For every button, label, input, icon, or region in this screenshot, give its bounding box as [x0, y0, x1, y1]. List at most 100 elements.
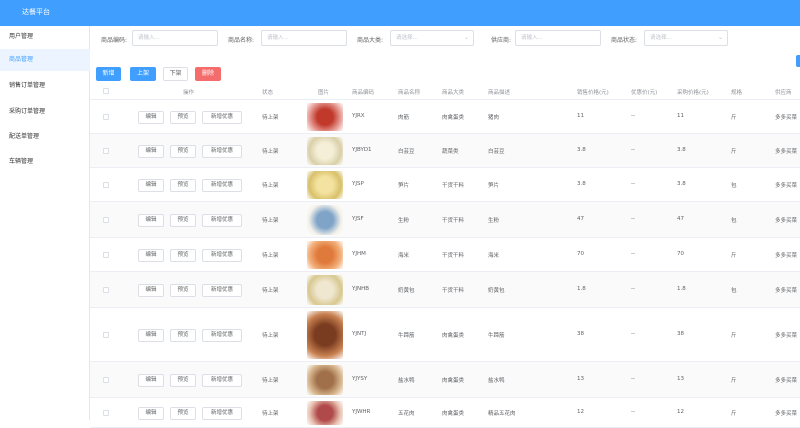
add-promo-button[interactable]: 新增优惠 [202, 178, 242, 192]
code-cell: YJNTJ [352, 331, 367, 337]
spec-cell: 斤 [731, 333, 737, 339]
table-row: 编辑 预览 新增优惠 待上架 YJNHB 奶黄包 干货干料 奶黄包 1.8 -- 1.8 包 多多买菜 [90, 272, 800, 308]
sidebar-item-vehicles[interactable]: 车辆管理 [0, 151, 90, 173]
name-search-input[interactable]: 请输入... [261, 30, 347, 46]
code-cell: YJRX [352, 113, 365, 119]
add-promo-button[interactable]: 新增优惠 [202, 283, 242, 297]
edit-button[interactable]: 编辑 [138, 328, 164, 342]
status-cell: 待上架 [262, 411, 279, 417]
category-cell: 肉禽蛋类 [442, 411, 465, 417]
th-purchase-price: 采购价格(元) [677, 90, 709, 96]
category-filter-label: 商品大类: [357, 37, 384, 44]
name-cell: 五花肉 [398, 411, 415, 417]
category-cell: 肉禽蛋类 [442, 333, 465, 339]
row-checkbox[interactable] [103, 148, 109, 154]
code-cell: YJWHR [352, 409, 371, 415]
spec-cell: 包 [731, 183, 737, 189]
sidebar-item-sales-orders[interactable]: 销售订单管理 [0, 75, 90, 97]
product-image [307, 401, 343, 425]
category-cell: 干货干料 [442, 183, 465, 189]
table-header: 操作 状态 图片 商品编码 商品名称 商品大类 商品描述 销售价格(元) 优惠价… [90, 84, 800, 100]
th-status: 状态 [262, 90, 274, 96]
preview-button[interactable]: 预览 [170, 178, 196, 192]
sidebar-item-users[interactable]: 用户管理 [0, 26, 90, 48]
purchase-price-cell: 12 [677, 409, 684, 415]
supplier-cell: 多多买菜 [775, 115, 798, 121]
category-cell: 干货干料 [442, 288, 465, 294]
preview-button[interactable]: 预览 [170, 213, 196, 227]
product-image [307, 205, 343, 235]
name-cell: 奶黄包 [398, 288, 415, 294]
delist-button[interactable]: 下架 [163, 67, 188, 81]
row-checkbox[interactable] [103, 252, 109, 258]
row-checkbox[interactable] [103, 217, 109, 223]
status-cell: 待上架 [262, 253, 279, 259]
discount-cell: -- [631, 376, 635, 382]
status-select[interactable]: 请选择... ⌄ [644, 30, 728, 46]
th-desc: 商品描述 [488, 90, 511, 96]
sidebar-item-delivery[interactable]: 配送单管理 [0, 126, 90, 148]
add-promo-button[interactable]: 新增优惠 [202, 328, 242, 342]
edit-button[interactable]: 编辑 [138, 110, 164, 124]
preview-button[interactable]: 预览 [170, 283, 196, 297]
sale-price-cell: 38 [577, 331, 584, 337]
add-promo-button[interactable]: 新增优惠 [202, 373, 242, 387]
edit-button[interactable]: 编辑 [138, 213, 164, 227]
row-checkbox[interactable] [103, 114, 109, 120]
row-checkbox[interactable] [103, 182, 109, 188]
sidebar-item-products[interactable]: 商品管理 [0, 49, 90, 71]
desc-cell: 牛蹄筋 [488, 333, 505, 339]
add-promo-button[interactable]: 新增优惠 [202, 248, 242, 262]
sale-price-cell: 12 [577, 409, 584, 415]
row-checkbox[interactable] [103, 287, 109, 293]
list-button[interactable]: 上架 [130, 67, 156, 81]
chevron-down-icon: ⌄ [463, 34, 469, 41]
preview-button[interactable]: 预览 [170, 144, 196, 158]
preview-button[interactable]: 预览 [170, 328, 196, 342]
delete-button[interactable]: 删除 [195, 67, 221, 81]
purchase-price-cell: 3.8 [677, 181, 686, 187]
preview-button[interactable]: 预览 [170, 373, 196, 387]
code-search-input[interactable]: 请输入... [132, 30, 218, 46]
desc-cell: 白芸豆 [488, 149, 505, 155]
sale-price-cell: 13 [577, 376, 584, 382]
add-promo-button[interactable]: 新增优惠 [202, 144, 242, 158]
row-checkbox[interactable] [103, 332, 109, 338]
select-all-checkbox[interactable] [103, 88, 109, 94]
top-header: 达餐平台 [0, 0, 800, 26]
sidebar-item-purchase-orders[interactable]: 采购订单管理 [0, 101, 90, 123]
preview-button[interactable]: 预览 [170, 248, 196, 262]
supplier-search-input[interactable]: 请输入... [515, 30, 601, 46]
th-discount: 优惠价(元) [631, 90, 658, 96]
name-cell: 生粉 [398, 218, 410, 224]
desc-cell: 奶黄包 [488, 288, 505, 294]
edit-button[interactable]: 编辑 [138, 248, 164, 262]
code-cell: YJHM [352, 251, 366, 257]
supplier-cell: 多多买菜 [775, 253, 798, 259]
status-cell: 待上架 [262, 218, 279, 224]
add-promo-button[interactable]: 新增优惠 [202, 110, 242, 124]
add-button[interactable]: 新增 [96, 67, 121, 81]
preview-button[interactable]: 预览 [170, 110, 196, 124]
add-promo-button[interactable]: 新增优惠 [202, 213, 242, 227]
spec-cell: 斤 [731, 378, 737, 384]
edit-button[interactable]: 编辑 [138, 406, 164, 420]
code-cell: YJSP [352, 181, 364, 187]
edit-button[interactable]: 编辑 [138, 373, 164, 387]
row-checkbox[interactable] [103, 377, 109, 383]
add-promo-button[interactable]: 新增优惠 [202, 406, 242, 420]
edit-button[interactable]: 编辑 [138, 283, 164, 297]
name-cell: 海米 [398, 253, 410, 259]
status-cell: 待上架 [262, 115, 279, 121]
preview-button[interactable]: 预览 [170, 406, 196, 420]
edit-button[interactable]: 编辑 [138, 144, 164, 158]
category-select[interactable]: 请选择... ⌄ [390, 30, 474, 46]
name-filter-label: 商品名称: [228, 37, 255, 44]
row-checkbox[interactable] [103, 410, 109, 416]
status-cell: 待上架 [262, 288, 279, 294]
supplier-cell: 多多买菜 [775, 183, 798, 189]
product-image [307, 137, 343, 165]
name-cell: 笋片 [398, 183, 410, 189]
category-cell: 肉禽蛋类 [442, 115, 465, 121]
edit-button[interactable]: 编辑 [138, 178, 164, 192]
